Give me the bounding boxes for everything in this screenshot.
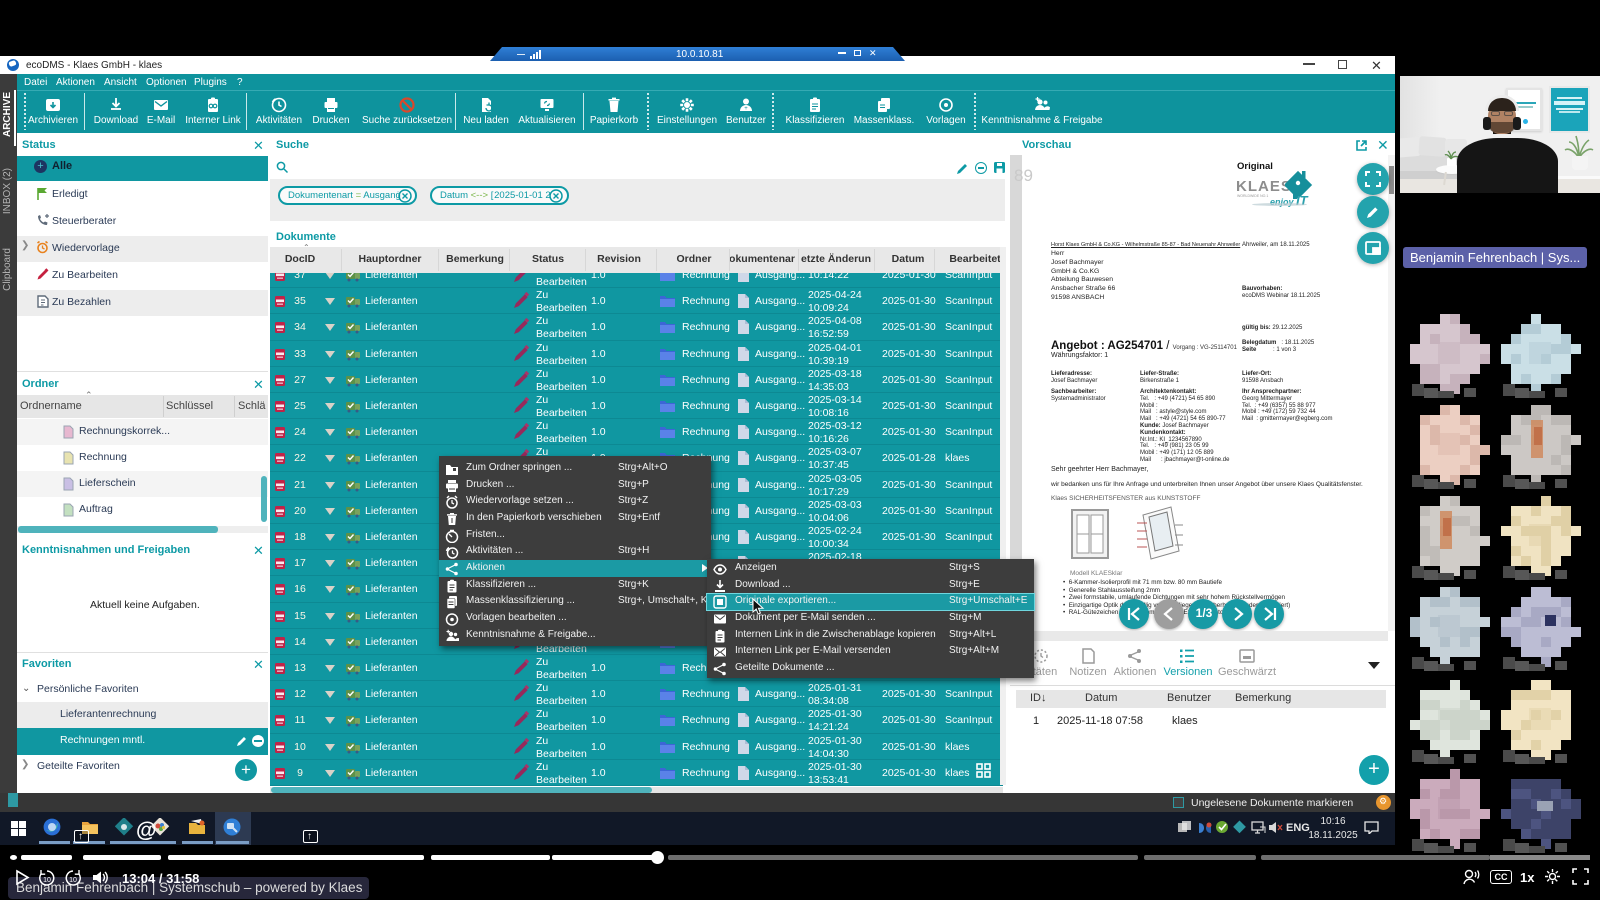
svg-text:10: 10 [43, 877, 51, 884]
svg-text:+: + [744, 106, 748, 112]
svg-text:10: 10 [69, 877, 77, 884]
